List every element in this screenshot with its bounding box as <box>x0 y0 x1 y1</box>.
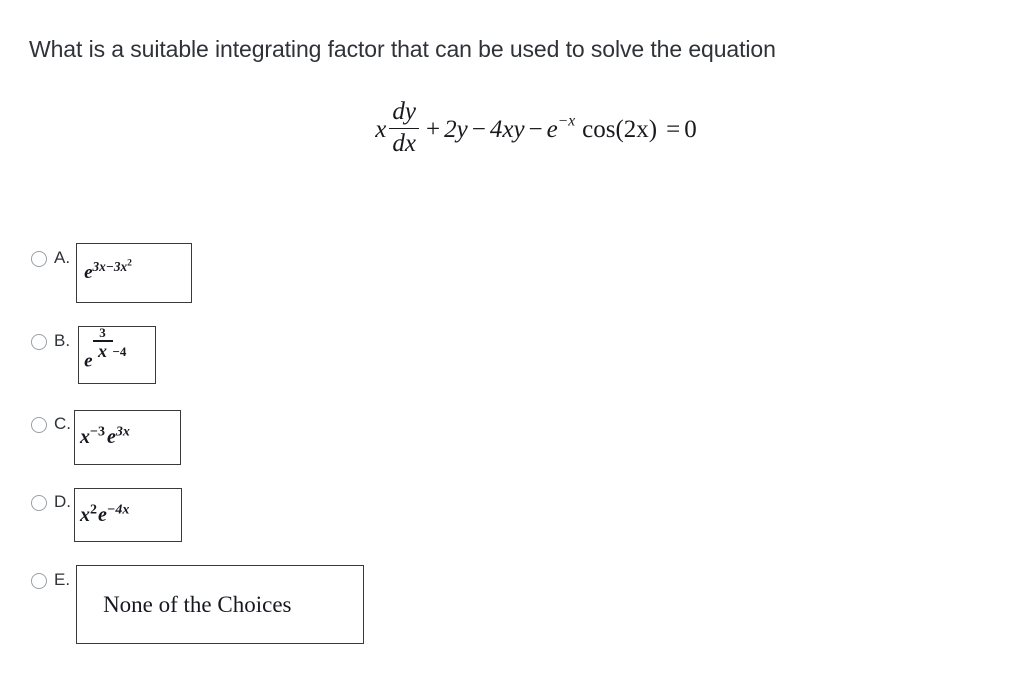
choice-box-a[interactable]: e3x−3x2 <box>76 243 193 303</box>
choice-letter-c: C. <box>54 414 71 433</box>
radio-button-b[interactable] <box>31 334 47 350</box>
choice-letter-a: A. <box>54 248 71 267</box>
choice-box-d[interactable]: x2e−4x <box>74 488 182 542</box>
fraction-bar <box>389 127 420 130</box>
choice-c-base-1: x <box>80 426 90 448</box>
radio-button-a[interactable] <box>31 251 47 267</box>
radio-button-c[interactable] <box>31 417 47 433</box>
choice-value-d: x2e−4x <box>75 501 130 527</box>
cosine-argument: (2x) <box>615 115 658 143</box>
equation-lead-variable: x <box>375 115 387 143</box>
choice-d-base-1: x <box>80 503 90 526</box>
choice-c-exponent-1: −3 <box>90 424 105 440</box>
choice-d-exponent-2: −4x <box>106 501 130 517</box>
equation-display: x dy dx +2y −4xy − e−x cos(2x) = 0 <box>0 98 1012 159</box>
operator-plus: + <box>426 115 441 143</box>
choice-letter-d: D. <box>54 492 71 511</box>
choice-a-exponent-square: 2 <box>127 257 132 269</box>
equals-sign: = <box>666 115 681 143</box>
radio-button-e[interactable] <box>31 573 47 589</box>
differential-equation: x dy dx +2y −4xy − e−x cos(2x) = 0 <box>375 98 697 159</box>
choice-c-exponent-2: 3x <box>115 424 130 440</box>
choice-row-d[interactable]: D. x2e−4x <box>0 488 1012 542</box>
choice-d-exponent-1: 2 <box>90 501 97 517</box>
choice-row-b[interactable]: B. e 3 x −4 <box>0 326 1012 384</box>
choice-b-trailing-term: −4 <box>112 344 127 360</box>
equation-right-hand-side: 0 <box>684 115 697 143</box>
choice-a-base: e <box>84 262 93 283</box>
choice-row-a[interactable]: A. e3x−3x2 <box>0 243 1012 303</box>
fraction-numerator: dy <box>392 98 417 125</box>
fraction-denominator: dx <box>392 130 417 158</box>
exponential-power: −x <box>557 112 576 130</box>
choice-b-base: e <box>84 350 93 372</box>
operator-minus-2: − <box>528 115 543 143</box>
choice-value-e: None of the Choices <box>103 591 292 617</box>
choice-letter-e: E. <box>54 570 71 589</box>
choice-value-a: e3x−3x2 <box>77 258 132 284</box>
choice-box-b[interactable]: e 3 x −4 <box>78 326 157 384</box>
choice-box-e[interactable]: None of the Choices <box>76 565 365 644</box>
operator-minus-1: − <box>471 115 486 143</box>
choice-box-c[interactable]: x−3 e3x <box>74 410 181 465</box>
choice-b-fraction: 3x <box>92 327 113 368</box>
radio-button-d[interactable] <box>31 495 47 511</box>
choice-letter-b: B. <box>54 331 71 350</box>
choice-a-exponent: 3x−3x <box>92 258 128 274</box>
cosine-name: cos <box>582 115 616 143</box>
derivative-fraction: dy dx <box>389 98 420 158</box>
choice-d-base-2: e <box>98 503 107 526</box>
term-2y: 2y <box>444 115 468 143</box>
choice-c-base-2: e <box>106 426 116 448</box>
choice-b-frac-denominator: x <box>98 340 107 361</box>
choice-value-b: e 3 x −4 <box>79 327 127 373</box>
term-4xy: 4xy <box>489 115 525 143</box>
choice-value-c: x−3 e3x <box>75 424 130 449</box>
choice-b-frac-numerator: 3 <box>99 326 106 341</box>
question-prompt: What is a suitable integrating factor th… <box>29 36 776 62</box>
choice-row-e[interactable]: E. None of the Choices <box>0 565 1012 644</box>
exponential-base: e <box>546 115 558 143</box>
choice-row-c[interactable]: C. x−3 e3x <box>0 410 1012 465</box>
